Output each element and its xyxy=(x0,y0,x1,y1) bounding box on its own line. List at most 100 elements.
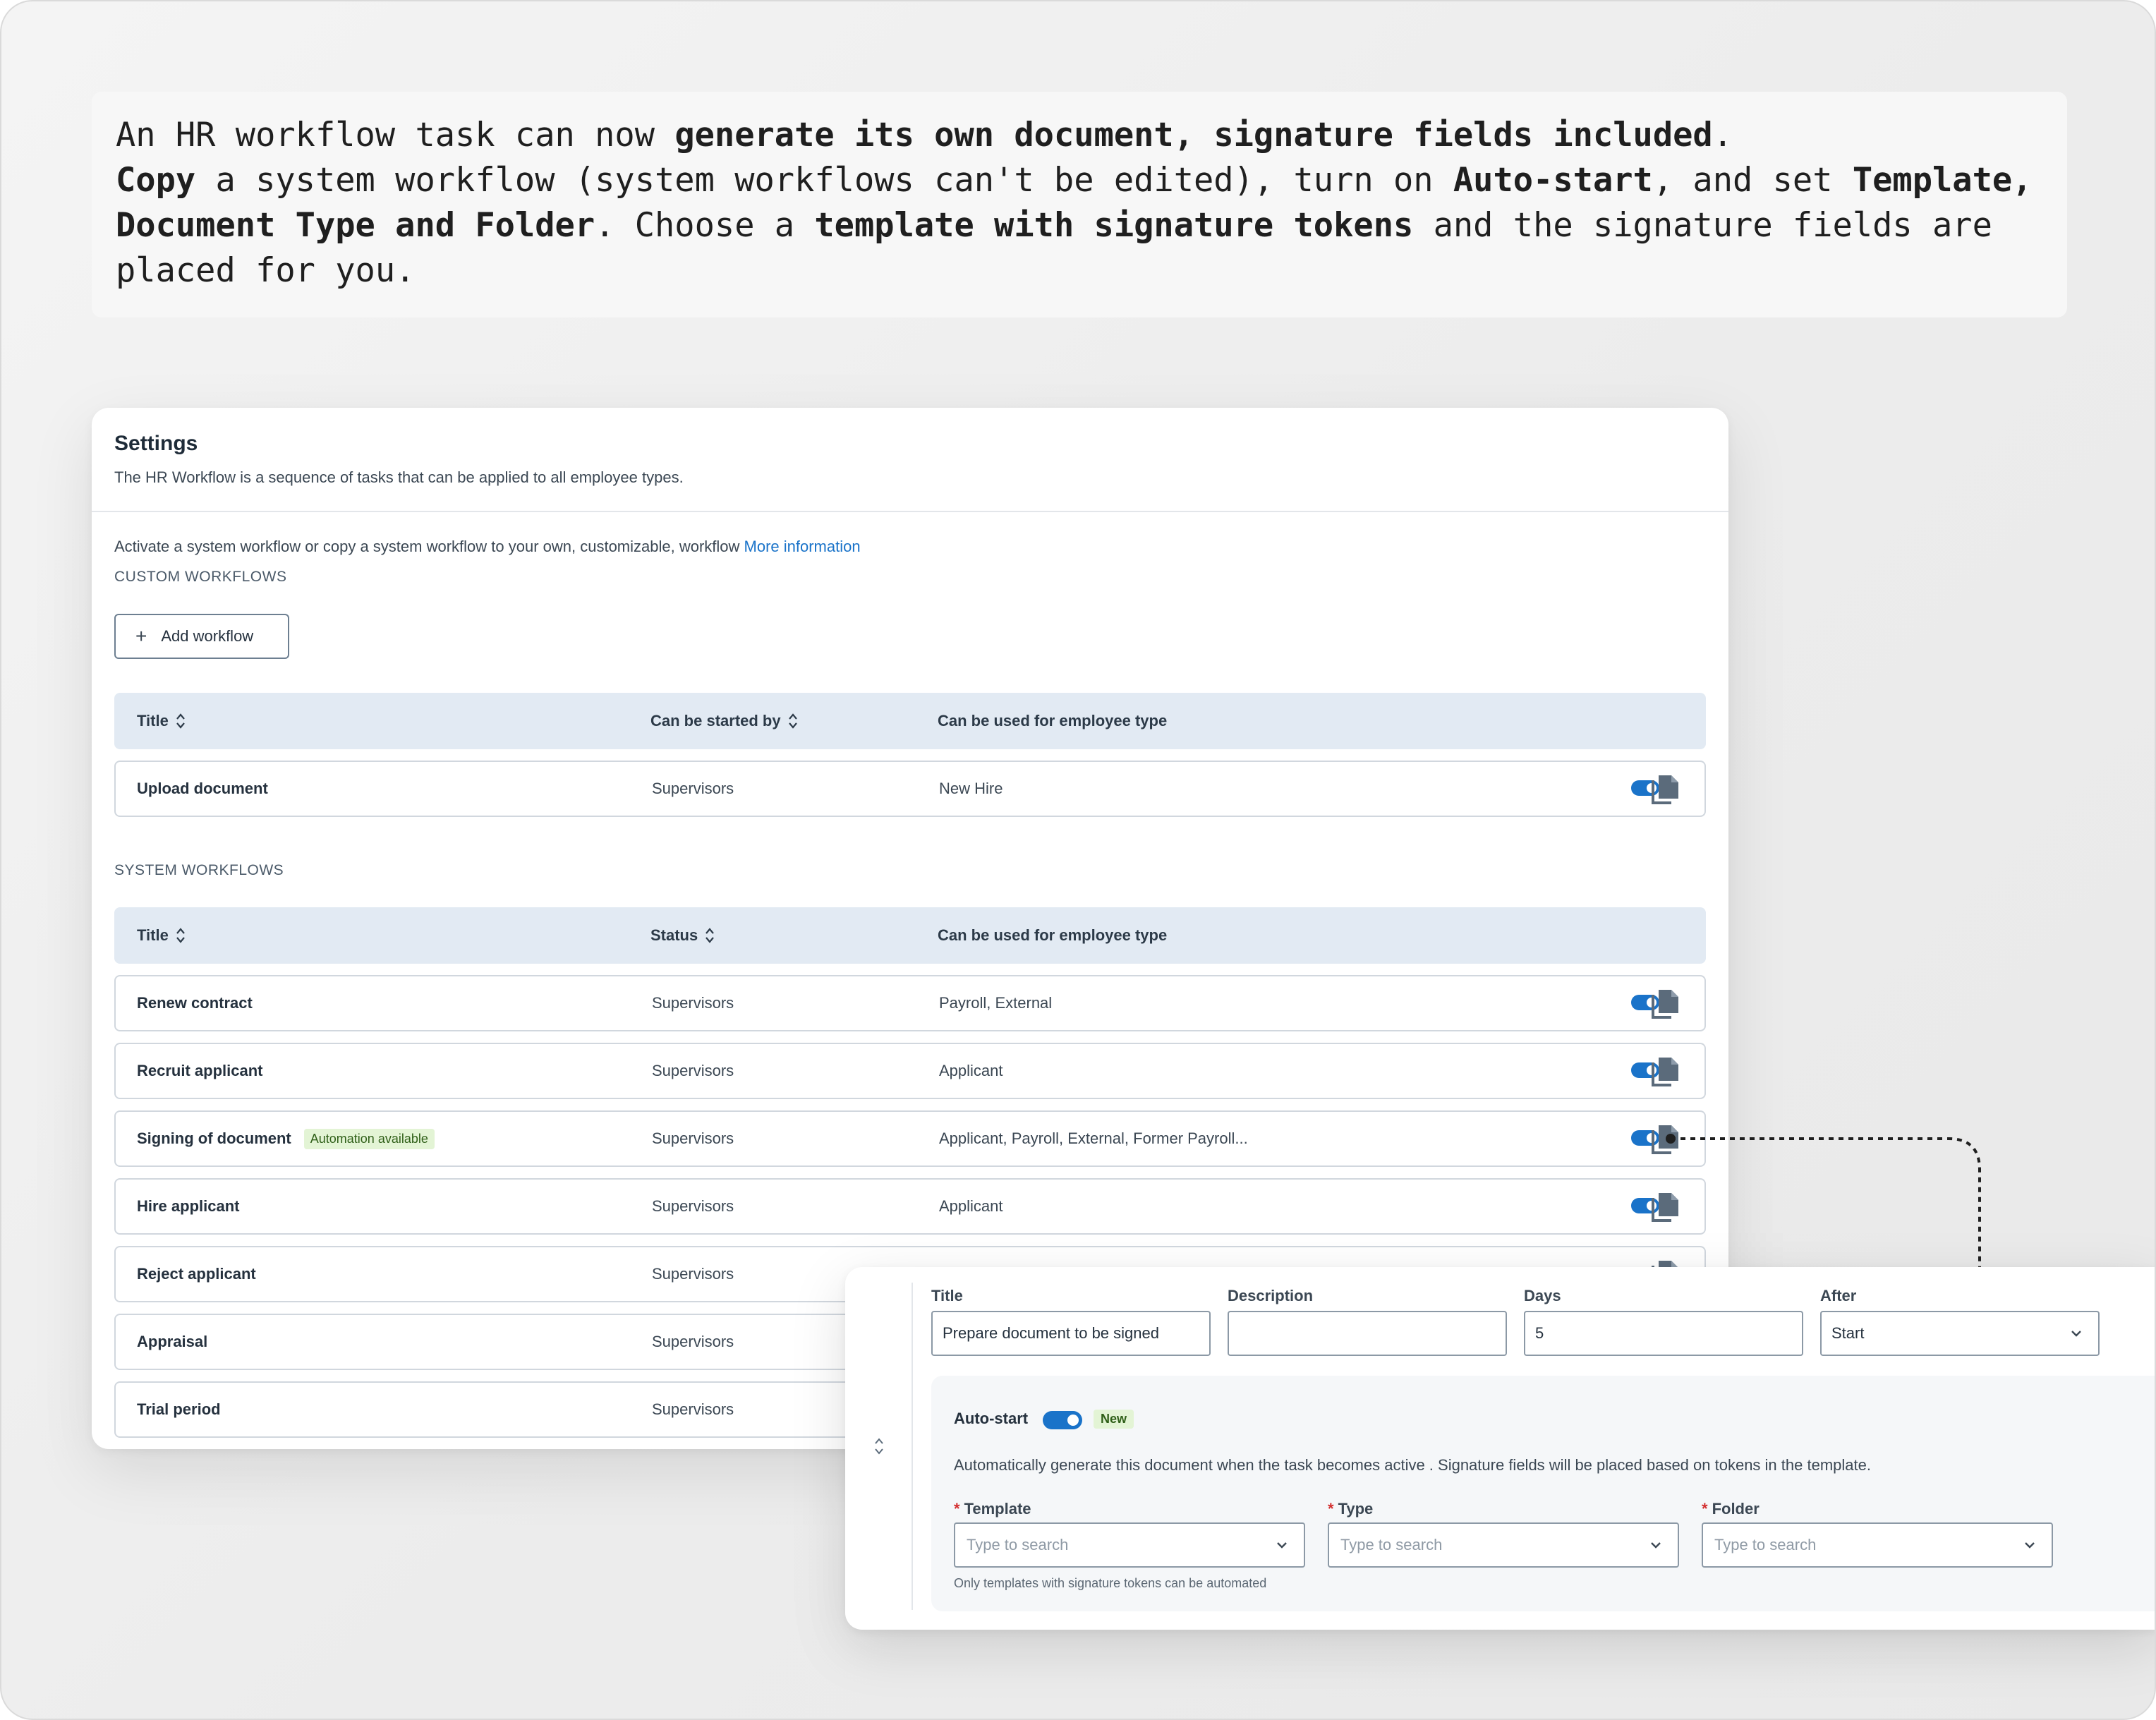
type-label: * Type xyxy=(1328,1500,1373,1518)
callout-text-3: a system workflow (system workflows can'… xyxy=(195,161,1453,200)
after-select[interactable]: Start xyxy=(1820,1311,2100,1356)
row-title: Hire applicant xyxy=(137,1197,240,1215)
required-marker: * xyxy=(954,1500,960,1518)
title-label: Title xyxy=(931,1287,963,1304)
row-status: Supervisors xyxy=(652,1400,734,1418)
row-employee-type: Applicant, Payroll, External, Former Pay… xyxy=(939,1129,1248,1147)
row-status: Supervisors xyxy=(652,1265,734,1283)
table-row[interactable]: Recruit applicant Supervisors Applicant xyxy=(114,1043,1706,1099)
callout-text-5: . Choose a xyxy=(595,206,815,245)
header-employee-type-label: Can be used for employee type xyxy=(938,926,1168,944)
header-employee-type: Can be used for employee type xyxy=(938,907,1167,964)
feature-callout: An HR workflow task can now generate its… xyxy=(92,92,2067,317)
header-started-by-label: Can be started by xyxy=(650,712,781,729)
system-workflows-label: SYSTEM WORKFLOWS xyxy=(114,862,284,878)
row-title: Appraisal xyxy=(137,1333,208,1350)
auto-start-toggle[interactable] xyxy=(1043,1411,1082,1429)
header-title[interactable]: Title xyxy=(137,907,186,964)
add-workflow-label: Add workflow xyxy=(161,627,254,645)
chevron-down-icon xyxy=(1277,1542,1287,1549)
auto-start-label: Auto-start xyxy=(954,1410,1029,1427)
template-placeholder: Type to search xyxy=(967,1536,1069,1554)
intro-text: Activate a system workflow or copy a sys… xyxy=(114,538,744,555)
row-status: Supervisors xyxy=(652,1197,734,1215)
custom-table-header: Title Can be started by Can be used for … xyxy=(114,693,1706,749)
callout-bold-1: generate its own document, signature fie… xyxy=(674,116,1713,155)
description-label: Description xyxy=(1228,1287,1314,1304)
row-title: Signing of document xyxy=(137,1129,291,1147)
chevron-down-icon xyxy=(1651,1542,1661,1549)
row-status: Supervisors xyxy=(652,1062,734,1079)
add-workflow-button[interactable]: + Add workflow xyxy=(114,614,289,659)
task-edit-panel: Title Prepare document to be signed Desc… xyxy=(845,1267,2155,1630)
copy-document-icon[interactable] xyxy=(1651,1191,1682,1223)
chevron-down-icon xyxy=(2071,1331,2081,1337)
table-row[interactable]: Hire applicant Supervisors Applicant xyxy=(114,1178,1706,1235)
folder-label-text: Folder xyxy=(1712,1500,1760,1518)
table-row[interactable]: Upload document Supervisors New Hire xyxy=(114,761,1706,817)
divider xyxy=(92,511,1728,512)
description-field[interactable] xyxy=(1228,1311,1507,1356)
page-subtitle: The HR Workflow is a sequence of tasks t… xyxy=(114,468,684,486)
row-title: Renew contract xyxy=(137,994,253,1012)
callout-text-1: An HR workflow task can now xyxy=(116,116,675,155)
row-title: Reject applicant xyxy=(137,1265,256,1283)
callout-bold-5: template with signature tokens xyxy=(814,206,1414,245)
days-field[interactable]: 5 xyxy=(1524,1311,1803,1356)
sort-icon xyxy=(176,713,185,729)
auto-start-description: Automatically generate this document whe… xyxy=(954,1456,1871,1474)
row-title-cell: Signing of document Automation available xyxy=(137,1112,435,1165)
template-select[interactable]: Type to search xyxy=(954,1522,1305,1568)
header-title[interactable]: Title xyxy=(137,693,186,749)
folder-select[interactable]: Type to search xyxy=(1702,1522,2053,1568)
drag-handle-icon[interactable] xyxy=(873,1435,885,1458)
template-label: * Template xyxy=(954,1500,1031,1518)
more-information-link[interactable]: More information xyxy=(744,538,861,555)
row-employee-type: Payroll, External xyxy=(939,994,1053,1012)
custom-workflows-label: CUSTOM WORKFLOWS xyxy=(114,569,287,585)
callout-bold-3: Auto-start xyxy=(1453,161,1653,200)
header-title-label: Title xyxy=(137,926,169,944)
row-status: Supervisors xyxy=(652,994,734,1012)
template-help-text: Only templates with signature tokens can… xyxy=(954,1576,1267,1590)
folder-placeholder: Type to search xyxy=(1714,1536,1817,1554)
type-select[interactable]: Type to search xyxy=(1328,1522,1679,1568)
row-title: Upload document xyxy=(137,780,268,797)
required-marker: * xyxy=(1328,1500,1334,1518)
table-row[interactable]: Signing of document Automation available… xyxy=(114,1110,1706,1167)
row-status: Supervisors xyxy=(652,1333,734,1350)
auto-start-panel: Auto-start New Automatically generate th… xyxy=(931,1376,2155,1611)
row-status: Supervisors xyxy=(652,1129,734,1147)
sort-icon xyxy=(176,928,185,943)
row-employee-type: Applicant xyxy=(939,1197,1003,1215)
row-employee-type: New Hire xyxy=(939,780,1003,797)
template-label-text: Template xyxy=(964,1500,1031,1518)
days-label: Days xyxy=(1524,1287,1561,1304)
header-employee-type: Can be used for employee type xyxy=(938,693,1167,749)
title-field[interactable]: Prepare document to be signed xyxy=(931,1311,1211,1356)
sort-icon xyxy=(788,713,797,729)
row-employee-type: Applicant xyxy=(939,1062,1003,1079)
divider xyxy=(912,1283,913,1610)
type-label-text: Type xyxy=(1338,1500,1374,1518)
plus-icon: + xyxy=(135,625,147,647)
header-status-label: Status xyxy=(650,926,698,944)
after-label: After xyxy=(1820,1287,1857,1304)
row-title: Recruit applicant xyxy=(137,1062,263,1079)
after-value: Start xyxy=(1831,1324,1865,1342)
intro-line: Activate a system workflow or copy a sys… xyxy=(114,538,861,556)
header-employee-type-label: Can be used for employee type xyxy=(938,712,1168,729)
chevron-down-icon xyxy=(2025,1542,2035,1549)
copy-document-icon[interactable] xyxy=(1651,988,1682,1020)
new-badge: New xyxy=(1094,1410,1134,1429)
type-placeholder: Type to search xyxy=(1340,1536,1443,1554)
copy-document-icon[interactable] xyxy=(1651,773,1682,806)
table-row[interactable]: Renew contract Supervisors Payroll, Exte… xyxy=(114,975,1706,1031)
automation-badge: Automation available xyxy=(303,1128,435,1149)
row-title: Trial period xyxy=(137,1400,221,1418)
system-table-header: Title Status Can be used for employee ty… xyxy=(114,907,1706,964)
header-status[interactable]: Status xyxy=(650,907,715,964)
header-can-be-started-by[interactable]: Can be started by xyxy=(650,693,798,749)
copy-document-icon[interactable] xyxy=(1651,1055,1682,1088)
copy-document-icon[interactable] xyxy=(1651,1123,1682,1156)
